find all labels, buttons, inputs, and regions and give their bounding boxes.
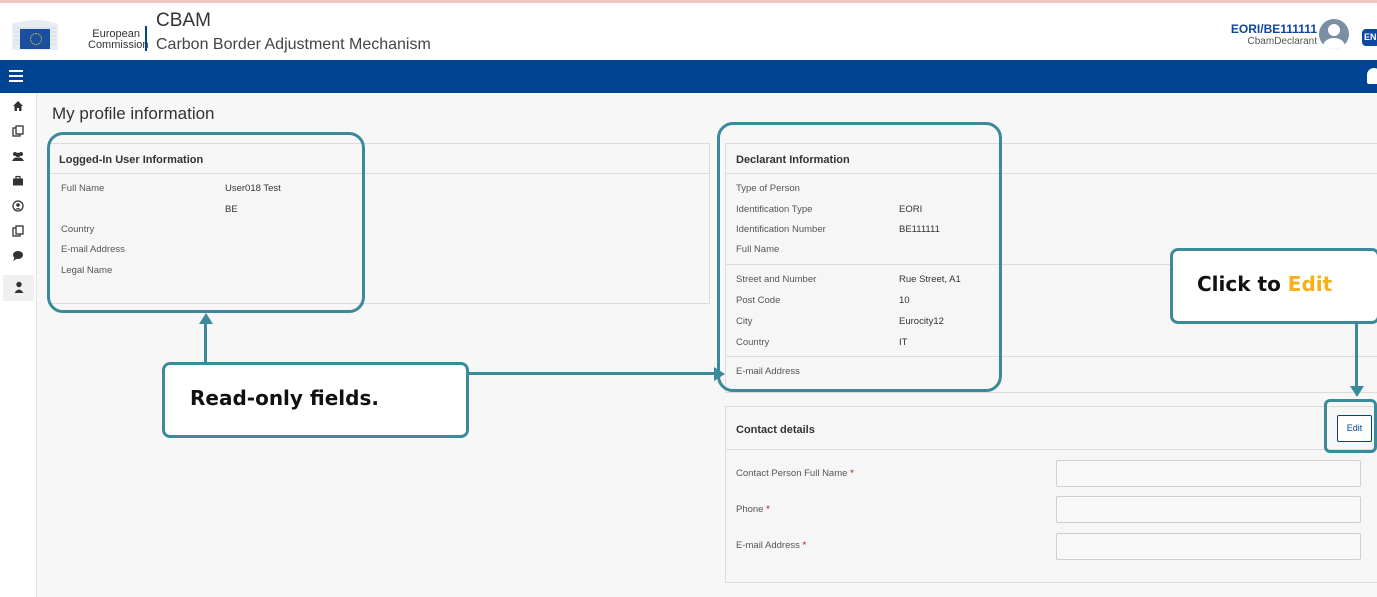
required-marker: * bbox=[850, 468, 854, 479]
user-id: EORI/BE111111 bbox=[1230, 22, 1317, 36]
required-marker: * bbox=[802, 540, 807, 551]
arrow-line-up bbox=[204, 323, 207, 363]
avatar[interactable] bbox=[1319, 19, 1349, 49]
edit-button-highlight bbox=[1324, 399, 1377, 453]
documents-icon[interactable] bbox=[11, 125, 25, 139]
page-title: My profile information bbox=[52, 104, 215, 123]
app-header: European Commission CBAM Carbon Border A… bbox=[0, 3, 1377, 60]
email-input[interactable] bbox=[1056, 533, 1361, 560]
edit-callout-text: Click to bbox=[1197, 272, 1288, 296]
phone-label: Phone bbox=[736, 504, 764, 515]
copy-icon[interactable] bbox=[11, 225, 25, 239]
edit-callout-highlight: Edit bbox=[1287, 272, 1333, 296]
nav-bar bbox=[0, 60, 1377, 93]
arrow-down-icon bbox=[1350, 386, 1364, 397]
phone-input[interactable] bbox=[1056, 496, 1361, 523]
contact-details-panel: Contact details Edit Contact Person Full… bbox=[725, 406, 1377, 583]
org-line2: Commission bbox=[88, 39, 149, 51]
readonly-callout-text: Read-only fields. bbox=[190, 386, 379, 410]
chat-icon[interactable] bbox=[11, 250, 25, 264]
user-role: CbamDeclarant bbox=[1247, 36, 1317, 47]
users-icon[interactable] bbox=[11, 150, 25, 164]
hamburger-menu-icon[interactable] bbox=[9, 70, 23, 82]
sidebar bbox=[0, 93, 37, 597]
required-marker: * bbox=[766, 504, 770, 515]
home-icon[interactable] bbox=[11, 100, 25, 114]
arrow-right-icon bbox=[714, 367, 725, 381]
header-separator bbox=[145, 26, 147, 51]
profile-icon[interactable] bbox=[3, 275, 34, 301]
readonly-highlight-right bbox=[717, 122, 1002, 392]
contact-panel-title: Contact details bbox=[726, 407, 1377, 450]
contact-name-label: Contact Person Full Name bbox=[736, 468, 848, 479]
field-label: Contact Person Full Name * bbox=[736, 468, 854, 479]
briefcase-icon[interactable] bbox=[11, 175, 25, 189]
user-info[interactable]: EORI/BE111111 CbamDeclarant bbox=[1231, 22, 1317, 47]
account-circle-icon[interactable] bbox=[11, 200, 25, 214]
edit-callout: Click to Edit bbox=[1170, 248, 1377, 324]
ec-org-name: European Commission bbox=[88, 29, 149, 51]
readonly-highlight-left bbox=[47, 132, 365, 313]
field-label: E-mail Address * bbox=[736, 540, 806, 551]
contact-name-input[interactable] bbox=[1056, 460, 1361, 487]
notification-bell-icon[interactable] bbox=[1367, 68, 1377, 84]
email-label: E-mail Address bbox=[736, 540, 800, 551]
app-subtitle: Carbon Border Adjustment Mechanism bbox=[156, 36, 431, 53]
readonly-callout: Read-only fields. bbox=[162, 362, 469, 438]
arrow-line-right bbox=[467, 372, 716, 375]
arrow-up-icon bbox=[199, 313, 213, 324]
eu-stars-icon bbox=[30, 33, 42, 45]
field-label: Phone * bbox=[736, 504, 770, 515]
language-selector[interactable]: EN bbox=[1362, 29, 1377, 46]
arrow-line-down bbox=[1355, 324, 1358, 388]
app-title: CBAM bbox=[156, 10, 211, 31]
